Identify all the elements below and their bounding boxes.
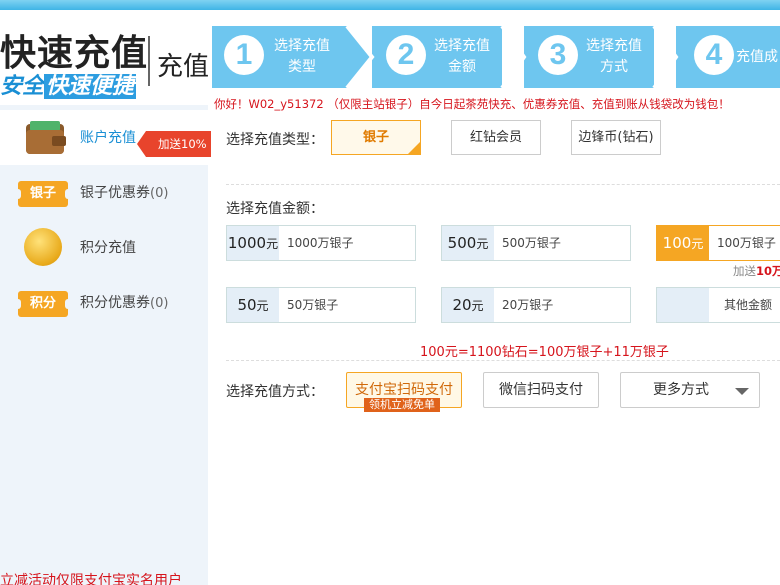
- amount-price: 100元: [657, 226, 709, 260]
- sidebar-item-silver-coupon[interactable]: 银子 银子优惠券(0): [0, 165, 208, 220]
- amount-desc: 100万银子: [717, 236, 776, 250]
- coupon-icon: 银子: [15, 181, 71, 207]
- type-option-bianfeng-coin[interactable]: 边锋币(钻石): [571, 120, 661, 155]
- amount-price: [657, 288, 709, 322]
- sidebar-item-label: 积分充值: [80, 240, 136, 256]
- brand-subtitle: 充值: [157, 52, 210, 82]
- brand-divider: [148, 36, 150, 86]
- sidebar-item-label: 账户充值: [80, 130, 136, 146]
- bonus-badge: 加送10%: [137, 131, 211, 157]
- type-option-silver[interactable]: 银子: [331, 120, 421, 155]
- step-chevrons: [345, 26, 679, 88]
- pay-more-dropdown[interactable]: 更多方式: [620, 372, 760, 408]
- brand-slogan: 安全快速便捷: [0, 68, 137, 100]
- divider: [226, 360, 780, 361]
- amount-option-custom[interactable]: 其他金额: [656, 287, 780, 323]
- pay-wechat-button[interactable]: 微信扫码支付: [483, 372, 599, 408]
- amount-option-20[interactable]: 20元 20万银子: [441, 287, 631, 323]
- header: 快速充值 安全快速便捷 充值 1 选择充值 类型 2 选择充值 金额 3 选择充值方…: [0, 10, 780, 111]
- brand-slogan-safe: 安全: [0, 74, 45, 99]
- wallet-icon: [26, 121, 66, 154]
- sidebar-item-label: 积分优惠券(0): [80, 295, 169, 311]
- sidebar-footer-note: 立减活动仅限支付宝实名用户: [0, 573, 182, 585]
- amount-desc: 1000万银子: [287, 236, 354, 250]
- pay-promo-tag: 领机立减免单: [364, 398, 440, 412]
- bonus-note: 加送10万: [733, 264, 780, 278]
- sidebar-item-label: 银子优惠券(0): [80, 185, 169, 201]
- amount-desc: 20万银子: [502, 298, 554, 312]
- amount-price: 50元: [227, 288, 279, 322]
- progress-steps: 1 选择充值 类型 2 选择充值 金额 3 选择充值 方式 4 充值成: [212, 26, 780, 88]
- coupon-icon: 积分: [15, 291, 71, 317]
- coin-icon: [24, 228, 62, 266]
- type-option-label: 银子: [362, 130, 389, 145]
- amount-option-500[interactable]: 500元 500万银子: [441, 225, 631, 261]
- type-label: 选择充值类型：: [226, 132, 324, 148]
- amount-price: 500元: [442, 226, 494, 260]
- amount-option-100[interactable]: 100元 100万银子: [656, 225, 780, 261]
- brand-slogan-fast: 快速便捷: [44, 74, 137, 99]
- amount-option-50[interactable]: 50元 50万银子: [226, 287, 416, 323]
- amount-label: 选择充值金额：: [226, 201, 324, 217]
- top-strip: [0, 0, 780, 10]
- sidebar: 账户充值 加送10% 银子 银子优惠券(0) 积分充值 积分 积分优惠券(0): [0, 105, 211, 585]
- amount-price: 1000元: [227, 226, 279, 260]
- exchange-rate-text: 100元=1100钻石=100万银子+11万银子: [420, 345, 669, 360]
- sidebar-item-points-coupon[interactable]: 积分 积分优惠券(0): [0, 275, 208, 330]
- check-icon: [407, 141, 421, 155]
- amount-desc: 500万银子: [502, 236, 561, 250]
- chevron-down-icon: [735, 388, 749, 395]
- amount-desc: 50万银子: [287, 298, 339, 312]
- sidebar-item-points-recharge[interactable]: 积分充值: [0, 220, 208, 275]
- type-option-red-diamond[interactable]: 红钻会员: [451, 120, 541, 155]
- sidebar-item-account-recharge[interactable]: 账户充值 加送10%: [0, 110, 211, 165]
- pay-method-label: 选择充值方式：: [226, 384, 324, 400]
- notice-text: 你好！W02_y51372 （仅限主站银子）自今日起茶苑快充、优惠券充值、充值到…: [214, 97, 730, 111]
- amount-option-1000[interactable]: 1000元 1000万银子: [226, 225, 416, 261]
- custom-amount-input[interactable]: 其他金额: [709, 288, 780, 322]
- divider: [226, 184, 780, 185]
- amount-price: 20元: [442, 288, 494, 322]
- pay-more-label: 更多方式: [653, 382, 709, 398]
